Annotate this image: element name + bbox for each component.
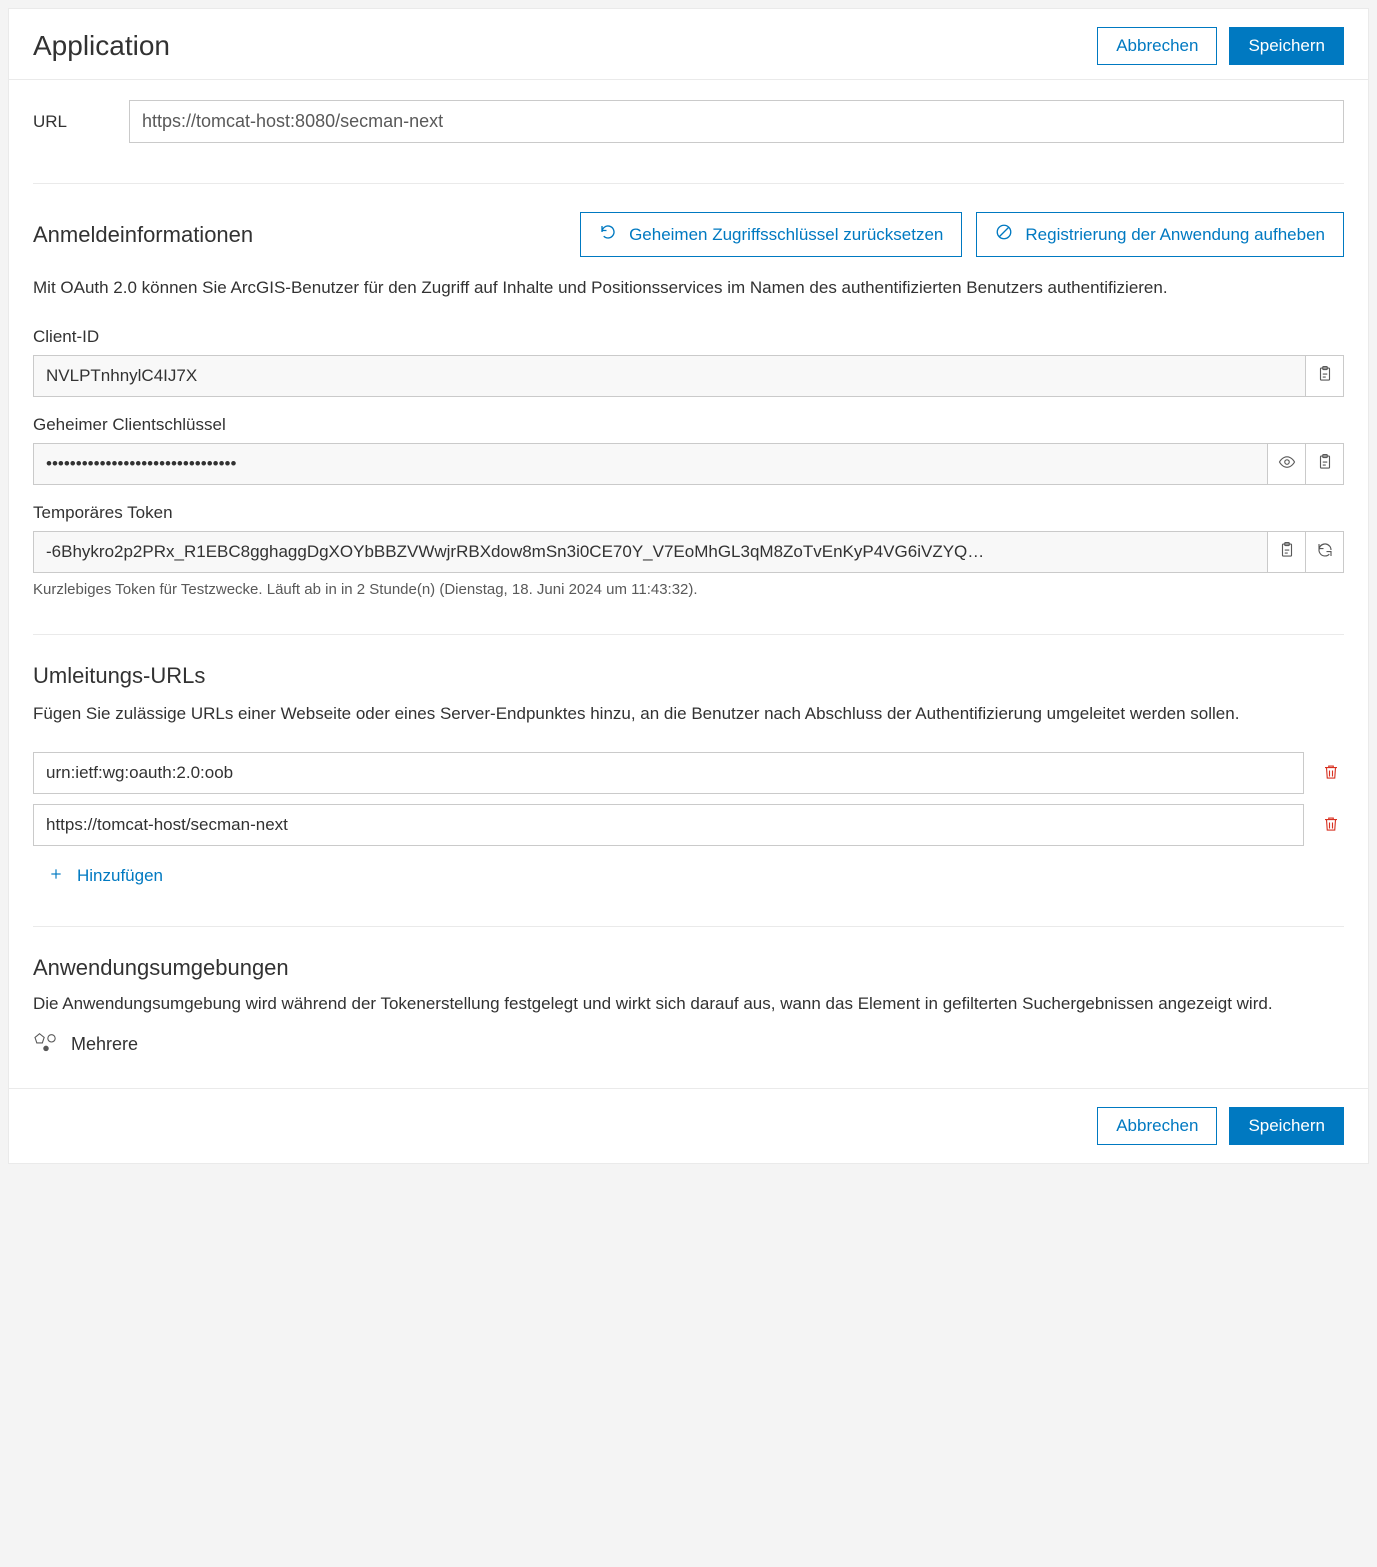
url-section: URL xyxy=(9,80,1368,143)
credentials-section: Anmeldeinformationen Geheimen Zugriffssc… xyxy=(9,184,1368,634)
copy-secret-button[interactable] xyxy=(1306,443,1344,485)
environments-title: Anwendungsumgebungen xyxy=(33,955,1344,981)
eye-icon xyxy=(1278,453,1296,474)
credentials-title: Anmeldeinformationen xyxy=(33,222,253,248)
redirects-title: Umleitungs-URLs xyxy=(33,663,1344,689)
unregister-button[interactable]: Registrierung der Anwendung aufheben xyxy=(976,212,1344,257)
reset-secret-button[interactable]: Geheimen Zugriffsschlüssel zurücksetzen xyxy=(580,212,962,257)
add-redirect-label: Hinzufügen xyxy=(77,866,163,886)
redirect-url-row xyxy=(33,752,1344,794)
copy-token-button[interactable] xyxy=(1268,531,1306,573)
clipboard-icon xyxy=(1278,541,1296,562)
refresh-icon xyxy=(1316,541,1334,562)
copy-client-id-button[interactable] xyxy=(1306,355,1344,397)
refresh-token-button[interactable] xyxy=(1306,531,1344,573)
client-secret-field: Geheimer Clientschlüssel xyxy=(33,415,1344,485)
temp-token-label: Temporäres Token xyxy=(33,503,1344,523)
url-label: URL xyxy=(33,112,129,132)
client-secret-input[interactable] xyxy=(33,443,1268,485)
temp-token-input[interactable] xyxy=(33,531,1268,573)
client-id-label: Client-ID xyxy=(33,327,1344,347)
card-header: Application Abbrechen Speichern xyxy=(9,9,1368,80)
temp-token-hint: Kurzlebiges Token für Testzwecke. Läuft … xyxy=(33,581,1344,598)
redirect-url-input[interactable] xyxy=(33,804,1304,846)
cancel-button-top[interactable]: Abbrechen xyxy=(1097,27,1217,65)
unregister-label: Registrierung der Anwendung aufheben xyxy=(1025,225,1325,245)
redirect-url-row xyxy=(33,804,1344,846)
plus-icon xyxy=(49,866,63,886)
redirects-desc: Fügen Sie zulässige URLs einer Webseite … xyxy=(33,701,1344,727)
reset-icon xyxy=(599,223,617,246)
prohibit-icon xyxy=(995,223,1013,246)
trash-icon xyxy=(1322,770,1340,785)
client-id-input[interactable] xyxy=(33,355,1306,397)
application-settings-card: Application Abbrechen Speichern URL Anme… xyxy=(8,8,1369,1164)
save-button-top[interactable]: Speichern xyxy=(1229,27,1344,65)
environments-desc: Die Anwendungsumgebung wird während der … xyxy=(33,991,1344,1017)
clipboard-icon xyxy=(1316,365,1334,386)
credentials-desc: Mit OAuth 2.0 können Sie ArcGIS-Benutzer… xyxy=(33,275,1344,301)
reset-secret-label: Geheimen Zugriffsschlüssel zurücksetzen xyxy=(629,225,943,245)
temp-token-field: Temporäres Token Kurzlebiges Token für T… xyxy=(33,503,1344,598)
environments-section: Anwendungsumgebungen Die Anwendungsumgeb… xyxy=(9,927,1368,1088)
client-id-field: Client-ID xyxy=(33,327,1344,397)
page-title: Application xyxy=(33,30,170,62)
client-secret-label: Geheimer Clientschlüssel xyxy=(33,415,1344,435)
cancel-button-bottom[interactable]: Abbrechen xyxy=(1097,1107,1217,1145)
delete-redirect-button[interactable] xyxy=(1318,810,1344,841)
delete-redirect-button[interactable] xyxy=(1318,758,1344,789)
environments-value: Mehrere xyxy=(71,1034,138,1055)
card-footer: Abbrechen Speichern xyxy=(9,1088,1368,1163)
clipboard-icon xyxy=(1316,453,1334,474)
multiple-env-icon xyxy=(33,1031,59,1058)
save-button-bottom[interactable]: Speichern xyxy=(1229,1107,1344,1145)
redirects-section: Umleitungs-URLs Fügen Sie zulässige URLs… xyxy=(9,635,1368,927)
header-actions: Abbrechen Speichern xyxy=(1097,27,1344,65)
trash-icon xyxy=(1322,822,1340,837)
redirect-url-input[interactable] xyxy=(33,752,1304,794)
show-secret-button[interactable] xyxy=(1268,443,1306,485)
add-redirect-button[interactable]: Hinzufügen xyxy=(33,856,179,896)
url-input[interactable] xyxy=(129,100,1344,143)
